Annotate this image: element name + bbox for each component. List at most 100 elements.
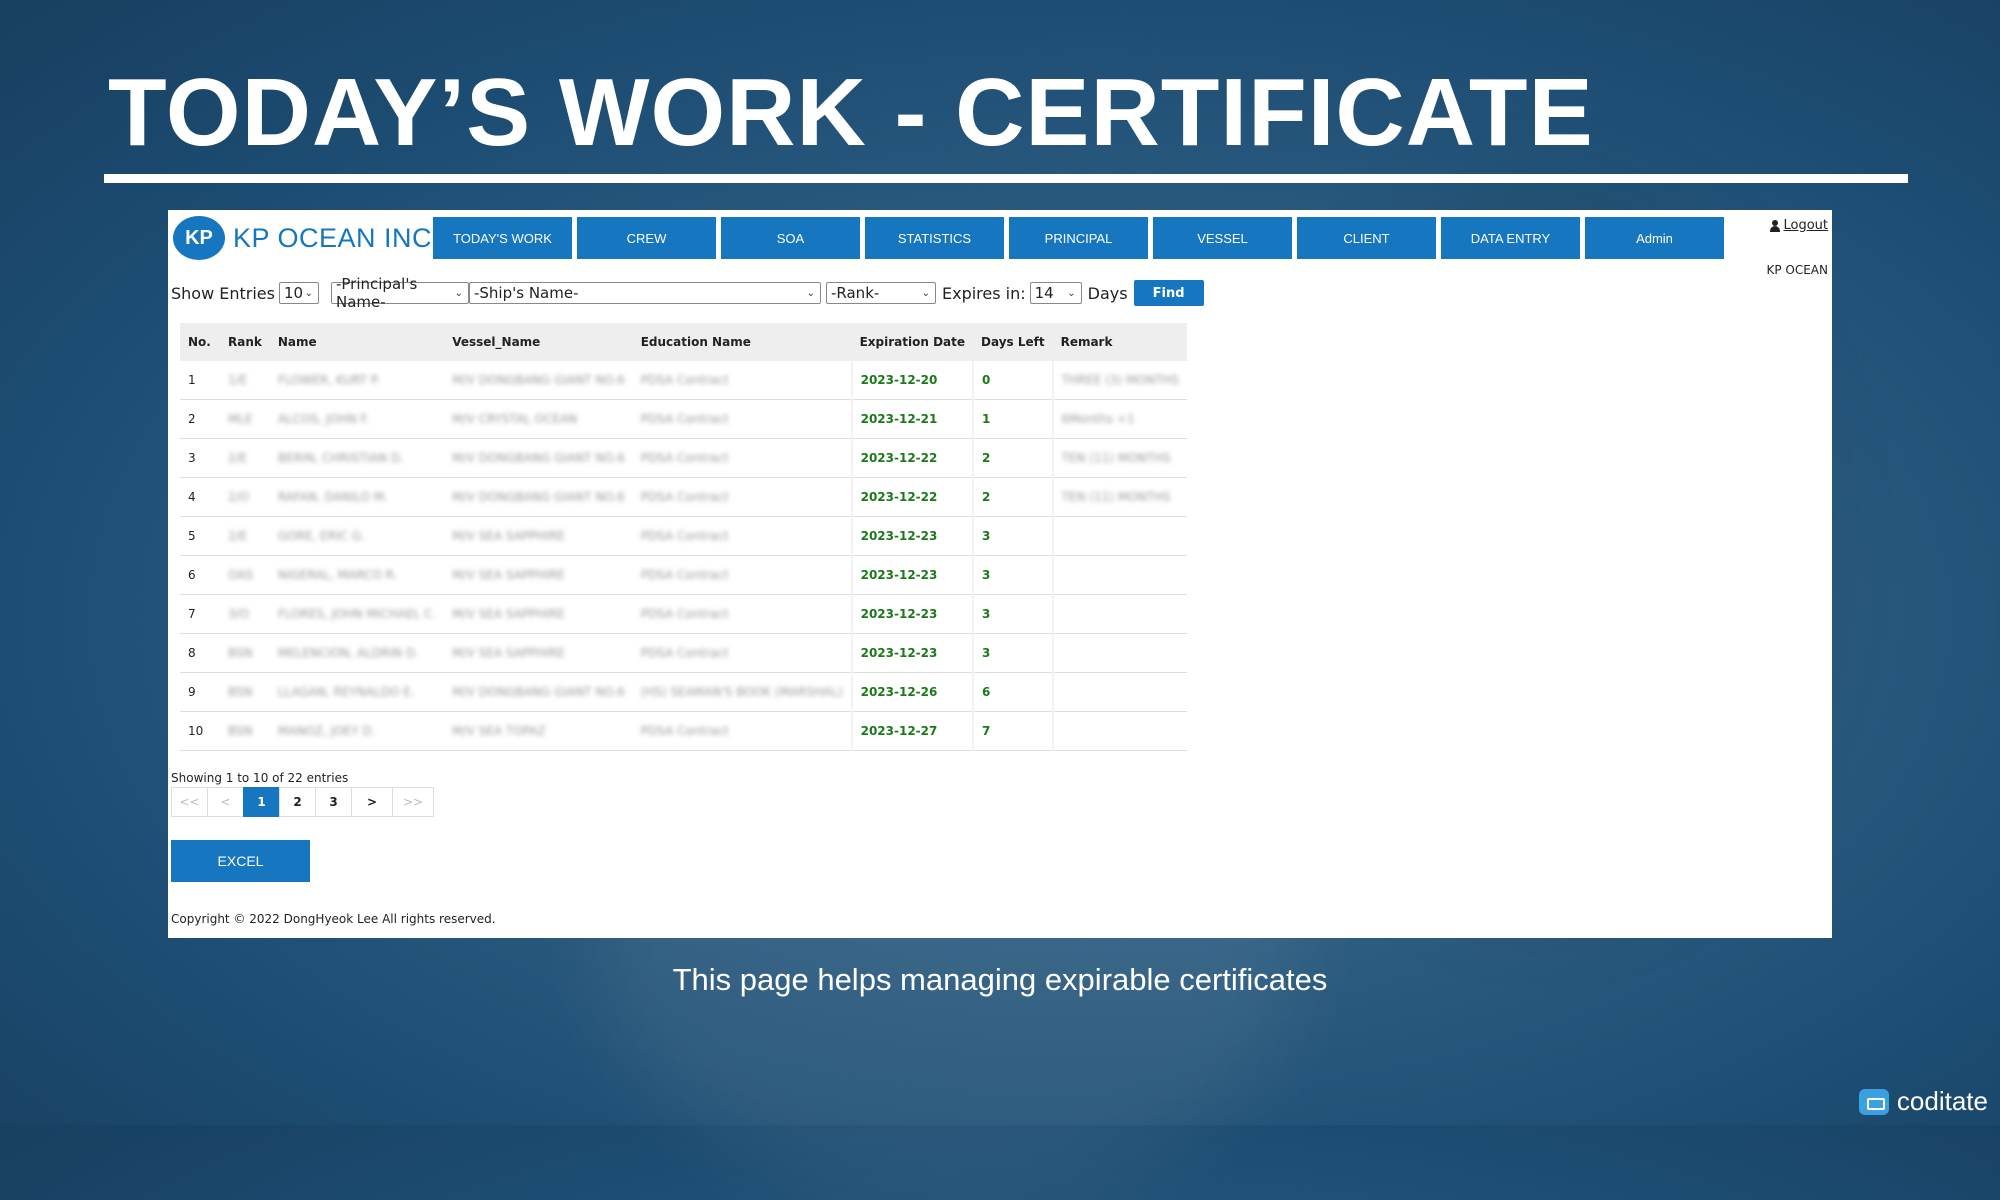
cell-remark: [1051, 555, 1187, 595]
nav-soa[interactable]: SOA: [721, 217, 860, 259]
table-row[interactable]: 10 BSN MANOZ, JOEY D. M/V SEA TOPAZ PDSA Con…: [180, 711, 1187, 751]
cell-vessel: M/V DONGBANG GIANT NO.6: [444, 438, 633, 478]
expires-select[interactable]: 14 ⌄: [1029, 282, 1082, 304]
cell-no: 8: [180, 633, 220, 673]
page-2[interactable]: 2: [279, 787, 316, 817]
cell-rank: MLE: [220, 399, 270, 439]
cell-name: MANOZ, JOEY D.: [269, 711, 445, 751]
cell-vessel: M/V SEA SAPPHIRE: [444, 516, 633, 556]
cell-days-left: 3: [972, 516, 1053, 556]
expires-label: Expires in:: [941, 283, 1026, 303]
entries-select[interactable]: 10 ⌄: [278, 282, 319, 304]
ship-select[interactable]: -Ship's Name- ⌄: [468, 282, 821, 304]
copyright: Copyright © 2022 DongHyeok Lee All right…: [171, 912, 496, 926]
days-label: Days: [1087, 283, 1128, 303]
page-3[interactable]: 3: [315, 787, 352, 817]
cell-vessel: M/V SEA SAPPHIRE: [444, 633, 633, 673]
page-prev[interactable]: <: [207, 787, 244, 817]
col-remark[interactable]: Remark: [1052, 323, 1187, 361]
cell-expiration: 2023-12-20: [850, 361, 973, 400]
col-days-left[interactable]: Days Left: [973, 323, 1053, 361]
nav-data-entry[interactable]: DATA ENTRY: [1441, 217, 1580, 259]
cell-rank: BSN: [220, 633, 270, 673]
cell-expiration: 2023-12-23: [850, 555, 973, 595]
find-button[interactable]: Find: [1133, 280, 1204, 306]
nav-admin[interactable]: Admin: [1585, 217, 1724, 259]
table-row[interactable]: 7 3/O FLORES, JOHN MICHAEL C. M/V SEA SAPPH…: [180, 594, 1187, 634]
nav-principal[interactable]: PRINCIPAL: [1009, 217, 1148, 259]
cell-name: NIGERAL, MARCO R.: [269, 555, 445, 595]
table-row[interactable]: 4 2/O RAFAN, DANILO M. M/V DONGBANG GIANT N…: [180, 477, 1187, 517]
slide-caption: This page helps managing expirable certi…: [672, 962, 1328, 997]
cell-vessel: M/V SEA TOPAZ: [444, 711, 633, 751]
principal-select[interactable]: -Principal's Name- ⌄: [330, 275, 469, 311]
cell-remark: [1051, 672, 1187, 712]
app-logo[interactable]: KP KP OCEAN INC: [173, 216, 432, 260]
chevron-down-icon: ⌄: [806, 288, 815, 299]
cell-name: BERIN, CHRISTIAN D.: [269, 438, 445, 478]
nav-client[interactable]: CLIENT: [1297, 217, 1436, 259]
table-row[interactable]: 6 OAS NIGERAL, MARCO R. M/V SEA SAPPHIRE PDS…: [180, 555, 1187, 595]
cell-education: PDSA Contract: [632, 438, 852, 478]
cell-name: MELENCION, ALDRIN D.: [269, 633, 445, 673]
table-row[interactable]: 8 BSN MELENCION, ALDRIN D. M/V SEA SAPPHIRE…: [180, 633, 1187, 673]
page-next[interactable]: >: [351, 787, 393, 817]
col-expiration[interactable]: Expiration Date: [851, 323, 973, 361]
show-entries-label: Show Entries: [171, 283, 275, 303]
rank-select[interactable]: -Rank- ⌄: [825, 282, 936, 304]
cell-vessel: M/V SEA SAPPHIRE: [444, 555, 633, 595]
cell-rank: BSN: [220, 711, 270, 751]
cell-rank: BSN: [220, 672, 270, 712]
cell-rank: 2/E: [220, 438, 270, 478]
cell-days-left: 3: [972, 594, 1053, 634]
col-no[interactable]: No.: [180, 323, 220, 361]
cell-education: PDSA Contract: [632, 555, 852, 595]
cell-rank: 3/O: [220, 594, 270, 634]
col-education[interactable]: Education Name: [632, 323, 852, 361]
page-first[interactable]: <<: [171, 787, 208, 817]
cell-no: 7: [180, 594, 220, 634]
table-row[interactable]: 1 1/E FLOWER, KURT P. M/V DONGBANG GIANT NO…: [180, 361, 1187, 400]
cell-days-left: 2: [972, 438, 1053, 478]
col-vessel[interactable]: Vessel_Name: [444, 323, 633, 361]
main-nav: TODAY'S WORK CREW SOA STATISTICS PRINCIP…: [433, 217, 1724, 259]
cell-vessel: M/V DONGBANG GIANT NO.6: [444, 477, 633, 517]
col-rank[interactable]: Rank: [220, 323, 270, 361]
page-last[interactable]: >>: [392, 787, 434, 817]
excel-button[interactable]: EXCEL: [171, 840, 310, 882]
cell-expiration: 2023-12-22: [850, 477, 973, 517]
cell-vessel: M/V SEA SAPPHIRE: [444, 594, 633, 634]
nav-todays-work[interactable]: TODAY'S WORK: [433, 217, 572, 259]
col-name[interactable]: Name: [269, 323, 445, 361]
logout-link[interactable]: Logout: [1783, 218, 1828, 233]
cell-days-left: 0: [972, 361, 1053, 400]
brand-icon: [1858, 1088, 1889, 1115]
nav-crew[interactable]: CREW: [577, 217, 716, 259]
table-row[interactable]: 2 MLE ALCOS, JOHN F. M/V CRYSTAL OCEAN PDSA …: [180, 399, 1187, 439]
cell-rank: 2/E: [220, 516, 270, 556]
chevron-down-icon: ⌄: [304, 288, 313, 299]
table-row[interactable]: 5 2/E GORE, ERIC G. M/V SEA SAPPHIRE PDSA Co…: [180, 516, 1187, 556]
table-row[interactable]: 9 BSN LLAGAN, REYNALDO E. M/V DONGBANG GIAN…: [180, 672, 1187, 712]
cell-days-left: 2: [972, 477, 1053, 517]
cell-expiration: 2023-12-21: [850, 399, 973, 439]
nav-statistics[interactable]: STATISTICS: [865, 217, 1004, 259]
table-row[interactable]: 3 2/E BERIN, CHRISTIAN D. M/V DONGBANG GIAN…: [180, 438, 1187, 478]
logout-area: Logout: [1770, 218, 1828, 233]
showing-info: Showing 1 to 10 of 22 entries: [171, 771, 349, 785]
cell-expiration: 2023-12-23: [850, 516, 973, 556]
cell-vessel: M/V DONGBANG GIANT NO.6: [444, 361, 633, 400]
app-screenshot: KP KP OCEAN INC TODAY'S WORK CREW SOA ST…: [168, 210, 1832, 938]
brand-name: coditate: [1896, 1086, 1988, 1116]
cell-name: FLORES, JOHN MICHAEL C.: [269, 594, 445, 634]
cell-education: PDSA Contract: [632, 633, 852, 673]
cell-no: 4: [180, 477, 220, 517]
cell-no: 3: [180, 438, 220, 478]
cell-education: PDSA Contract: [632, 594, 852, 634]
cell-days-left: 3: [972, 555, 1053, 595]
cell-name: RAFAN, DANILO M.: [269, 477, 445, 517]
page-1[interactable]: 1: [243, 787, 280, 817]
nav-vessel[interactable]: VESSEL: [1153, 217, 1292, 259]
cell-days-left: 1: [972, 399, 1053, 439]
cell-education: PDSA Contract: [632, 516, 852, 556]
